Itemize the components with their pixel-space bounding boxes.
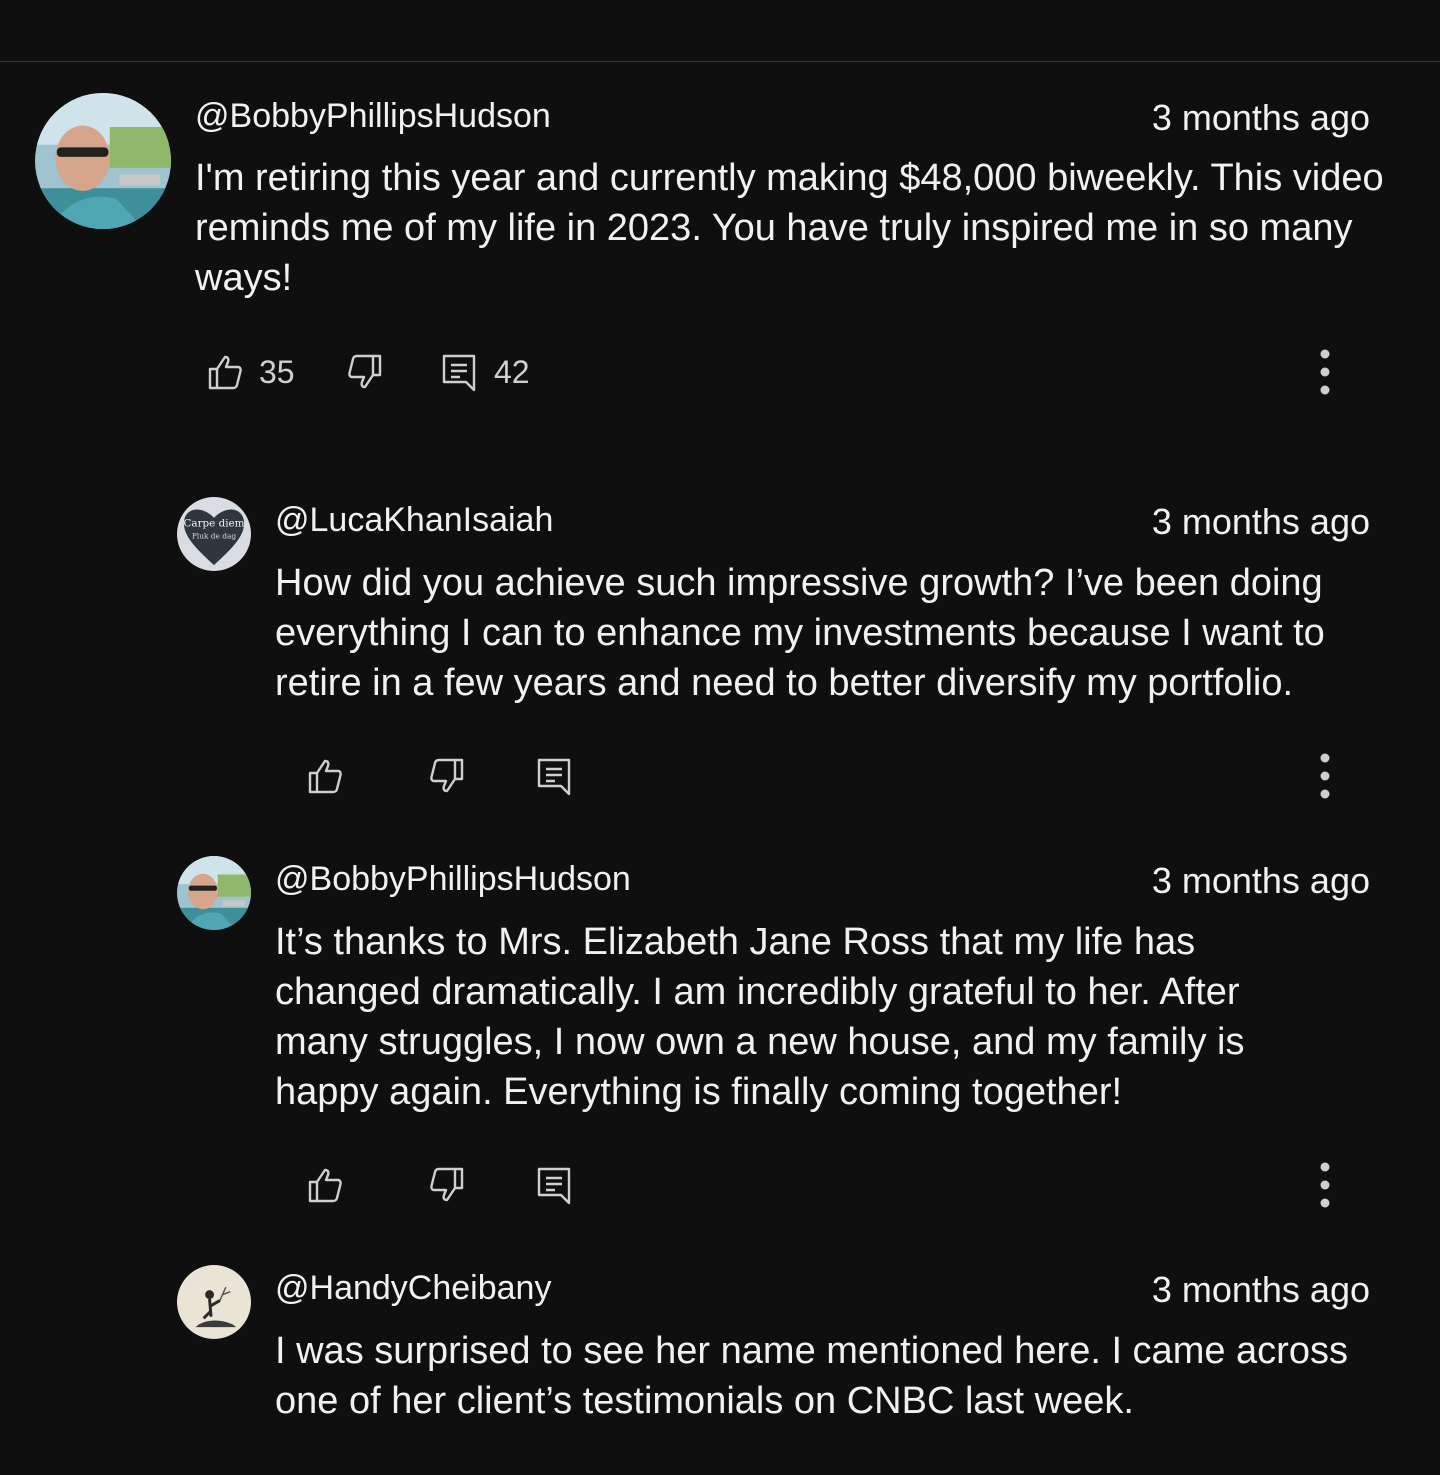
more-vertical-icon — [1320, 753, 1330, 799]
more-options-button[interactable] — [1310, 751, 1340, 801]
reply-button[interactable] — [535, 1160, 575, 1210]
comment-actions — [305, 1160, 1305, 1210]
avatar[interactable] — [177, 1265, 251, 1339]
like-count: 35 — [259, 353, 295, 390]
comment-timestamp[interactable]: 3 months ago — [1152, 860, 1370, 902]
thumbs-down-icon — [430, 758, 464, 793]
comment-text: I'm retiring this year and currently mak… — [195, 157, 1384, 299]
avatar[interactable] — [177, 856, 251, 930]
top-bar — [0, 0, 1440, 61]
more-options-button[interactable] — [1310, 347, 1340, 397]
reply-button[interactable]: 42 — [440, 347, 530, 397]
comment-text: It’s thanks to Mrs. Elizabeth Jane Ross … — [275, 921, 1245, 1113]
comment-text: I was surprised to see her name mentione… — [275, 1330, 1348, 1422]
avatar-subtext: Pluk de dag — [192, 531, 237, 540]
comment-author[interactable]: @BobbyPhillipsHudson — [195, 96, 551, 136]
like-button[interactable] — [305, 751, 345, 801]
thumbs-down-icon — [348, 354, 382, 389]
top-divider — [0, 61, 1440, 62]
avatar-text: Carpe diem — [183, 518, 244, 530]
dislike-button[interactable] — [427, 1160, 467, 1210]
avatar[interactable]: Carpe diem Pluk de dag — [177, 497, 251, 571]
reply-button[interactable] — [535, 751, 575, 801]
thumbs-up-icon — [308, 1168, 342, 1203]
avatar-photo-icon — [177, 856, 251, 930]
like-button[interactable]: 35 — [205, 347, 295, 397]
reply-icon — [442, 354, 476, 392]
more-vertical-icon — [1320, 349, 1330, 395]
comment-timestamp[interactable]: 3 months ago — [1152, 97, 1370, 139]
comment-author[interactable]: @LucaKhanIsaiah — [275, 500, 553, 540]
comment-timestamp[interactable]: 3 months ago — [1152, 501, 1370, 543]
reply-icon — [537, 758, 571, 796]
thumbs-down-icon — [430, 1167, 464, 1202]
more-options-button[interactable] — [1310, 1160, 1340, 1210]
comment-author[interactable]: @HandyCheibany — [275, 1268, 551, 1308]
comment-actions: 35 42 — [205, 347, 1355, 397]
comment-text: How did you achieve such impressive grow… — [275, 562, 1325, 704]
comment-timestamp[interactable]: 3 months ago — [1152, 1269, 1370, 1311]
reply-count: 42 — [494, 353, 530, 390]
avatar-heart-icon: Carpe diem Pluk de dag — [177, 497, 251, 571]
thumbs-up-icon — [208, 355, 242, 390]
more-vertical-icon — [1320, 1162, 1330, 1208]
reply-icon — [537, 1167, 571, 1205]
like-button[interactable] — [305, 1160, 345, 1210]
avatar-photo-icon — [35, 93, 171, 229]
avatar[interactable] — [35, 93, 171, 229]
comment-author[interactable]: @BobbyPhillipsHudson — [275, 859, 631, 899]
thumbs-up-icon — [308, 759, 342, 794]
dislike-button[interactable] — [345, 347, 385, 397]
avatar-sketch-icon — [177, 1265, 251, 1339]
comment-actions — [305, 751, 1305, 801]
dislike-button[interactable] — [427, 751, 467, 801]
